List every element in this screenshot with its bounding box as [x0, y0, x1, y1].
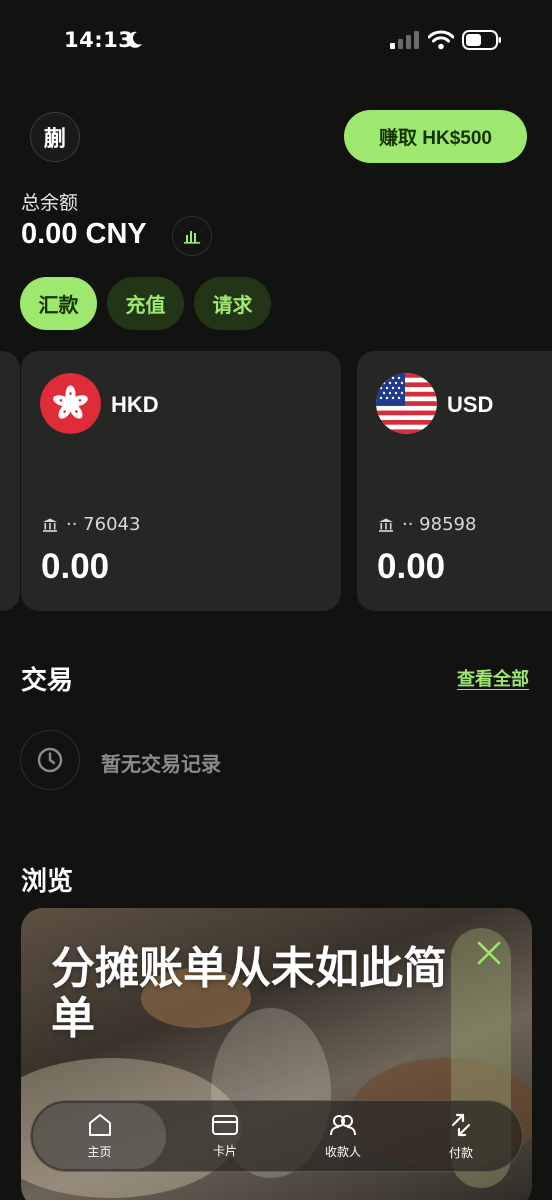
payments-icon	[451, 1113, 471, 1136]
account-number-row: ·· 76043	[42, 514, 140, 535]
hong-kong-flag	[40, 373, 101, 434]
bank-icon	[379, 518, 393, 532]
account-card-hkd[interactable]: HKD ·· 76043 0.00	[21, 351, 341, 611]
see-all-link[interactable]: 查看全部	[457, 665, 529, 691]
profile-avatar[interactable]: 蒯	[30, 112, 80, 162]
total-balance-amount: 0.00 CNY	[21, 218, 147, 250]
empty-transactions-text: 暂无交易记录	[101, 752, 221, 776]
account-balance: 0.00	[377, 547, 446, 586]
us-flag	[376, 373, 437, 434]
nav-item-home[interactable]: 主页	[33, 1103, 166, 1169]
insights-button[interactable]	[172, 216, 212, 256]
transactions-title: 交易	[21, 666, 74, 696]
close-icon[interactable]	[476, 940, 502, 966]
send-money-button[interactable]: 汇款	[20, 277, 97, 330]
home-icon	[88, 1113, 111, 1136]
account-mask: ·· 98598	[402, 514, 477, 535]
signal-icon	[390, 31, 419, 49]
account-number-row: ·· 98598	[378, 514, 476, 535]
bank-icon	[43, 518, 57, 532]
earn-referral-button[interactable]: 赚取 HK$500	[344, 110, 527, 163]
status-time: 14:13	[64, 28, 134, 52]
moon-icon	[127, 31, 142, 48]
request-money-button[interactable]: 请求	[194, 277, 271, 330]
recipients-icon	[330, 1114, 356, 1135]
nav-item-recipients[interactable]: 收款人	[284, 1103, 402, 1169]
total-balance-label: 总余额	[21, 192, 79, 214]
wifi-icon	[428, 30, 454, 50]
battery-icon	[462, 30, 501, 50]
home-screen: 14:13 蒯 赚取 HK$500 总余额 0.00 CNY 汇款 充值 请求 …	[0, 0, 552, 1200]
account-card-previous[interactable]	[0, 351, 20, 611]
nav-label: 付款	[448, 1145, 473, 1160]
bottom-nav: 主页 卡片 收款人 付款	[30, 1100, 523, 1172]
nav-item-payments[interactable]: 付款	[402, 1103, 520, 1169]
quick-actions: 汇款 充值 请求	[20, 277, 271, 330]
currency-code: USD	[447, 392, 494, 417]
currency-code: HKD	[111, 392, 159, 417]
browse-title: 浏览	[21, 867, 74, 897]
status-bar: 14:13	[0, 0, 552, 82]
nav-item-cards[interactable]: 卡片	[166, 1103, 284, 1169]
clock-icon	[37, 747, 63, 773]
nav-label: 卡片	[212, 1143, 237, 1158]
account-card-usd[interactable]: USD ·· 98598 0.00	[357, 351, 552, 611]
account-mask: ·· 76043	[66, 514, 141, 535]
card-icon	[212, 1114, 238, 1135]
account-balance: 0.00	[41, 547, 110, 586]
empty-transactions-icon	[20, 730, 80, 790]
nav-label: 收款人	[324, 1144, 361, 1159]
nav-label: 主页	[87, 1144, 112, 1159]
promo-title: 分摊账单从未如此简单	[51, 943, 447, 1044]
add-money-button[interactable]: 充值	[107, 277, 184, 330]
bar-chart-icon	[184, 231, 200, 244]
